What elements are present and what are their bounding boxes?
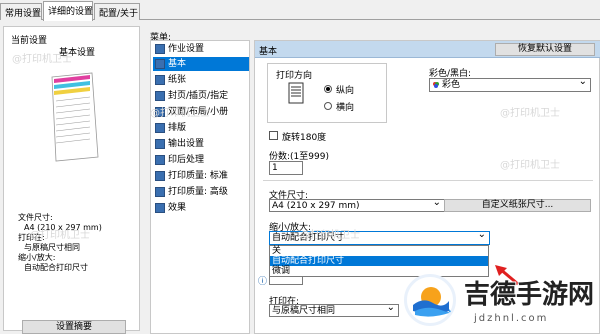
menu-item-cover[interactable]: 封页/插页/指定 [153, 89, 249, 103]
orientation-group: 打印方向 纵向 横向 [267, 63, 387, 123]
logo-emblem [404, 274, 456, 326]
layout-icon [155, 123, 165, 133]
rotate-180-label: 旋转180度 [282, 133, 327, 143]
info-icon: ⓘ [258, 277, 268, 287]
scale-option-auto-fit[interactable]: 自动配合打印尺寸 [270, 256, 488, 266]
effects-icon [155, 203, 165, 213]
menu-list: 作业设置 基本 纸张 封页/插页/指定 双面/布局/小册 排版 输出设置 印后处… [150, 40, 250, 334]
settings-summary-button[interactable]: 设置摘要 [22, 320, 126, 334]
menu-item-layout[interactable]: 排版 [153, 121, 249, 135]
paper-size-select[interactable]: A4 (210 x 297 mm) [269, 199, 445, 212]
document-preview-icon [51, 72, 99, 162]
current-settings-title: 当前设置 [11, 36, 48, 46]
site-logo: 吉德手游网 jdzhnl.com [404, 272, 600, 334]
logo-url: jdzhnl.com [474, 313, 549, 324]
logo-name: 吉德手游网 [464, 280, 595, 310]
landscape-label: 横向 [336, 103, 355, 113]
print-on-info-value: 与原稿尺寸相同 [24, 243, 80, 252]
paper-size-info-label: 文件尺寸: [18, 213, 53, 222]
panel-header-title: 基本 [259, 47, 278, 57]
menu-item-finishing[interactable]: 印后处理 [153, 153, 249, 167]
finishing-icon [155, 155, 165, 165]
paper-size-info-value: A4 (210 x 297 mm) [24, 223, 102, 232]
color-mode-select[interactable]: 彩色 [429, 78, 591, 92]
paper-icon [155, 75, 165, 85]
duplex-icon [155, 107, 165, 117]
portrait-radio[interactable] [324, 85, 332, 93]
tab-config-about[interactable]: 配置/关于 [94, 3, 140, 20]
print-on-select[interactable]: 与原稿尺寸相同 [269, 304, 399, 317]
current-settings-panel: 当前设置 基本设置 文件尺寸: A4 (210 x 297 mm) 打印在: 与… [3, 26, 140, 334]
scale-select[interactable]: 自动配合打印尺寸 [269, 231, 490, 245]
menu-item-quality-standard[interactable]: 打印质量: 标准 [153, 169, 249, 183]
copies-input[interactable]: 1 [269, 161, 303, 175]
tab-detailed-settings[interactable]: 详细的设置 [43, 1, 93, 21]
menu-item-paper[interactable]: 纸张 [153, 73, 249, 87]
logo-sun-wave-icon [413, 287, 451, 317]
quality-advanced-icon [155, 187, 165, 197]
scale-option-off[interactable]: 关 [270, 246, 488, 256]
menu-item-duplex[interactable]: 双面/布局/小册 [153, 105, 249, 119]
output-icon [155, 139, 165, 149]
restore-defaults-button[interactable]: 恢复默认设置 [495, 43, 595, 56]
divider [263, 180, 593, 181]
cover-icon [155, 91, 165, 101]
scale-info-value: 自动配合打印尺寸 [24, 263, 88, 272]
orientation-label: 打印方向 [276, 71, 313, 81]
current-settings-info: 文件尺寸: A4 (210 x 297 mm) 打印在: 与原稿尺寸相同 缩小/… [18, 213, 102, 273]
tab-common-settings[interactable]: 常用设置 [0, 3, 42, 20]
custom-paper-size-button[interactable]: 自定义纸张尺寸... [444, 199, 591, 212]
menu-item-output[interactable]: 输出设置 [153, 137, 249, 151]
menu-item-job-settings[interactable]: 作业设置 [153, 42, 249, 56]
tab-bar: 常用设置 详细的设置 配置/关于 [0, 0, 600, 21]
portrait-page-icon [288, 82, 304, 104]
scale-info-label: 缩小/放大: [18, 253, 56, 262]
current-settings-subtitle: 基本设置 [59, 48, 96, 58]
menu-item-quality-advanced[interactable]: 打印质量: 高级 [153, 185, 249, 199]
panel-header: 基本 恢复默认设置 [255, 41, 600, 58]
job-settings-icon [155, 44, 165, 54]
portrait-label: 纵向 [336, 86, 355, 96]
menu-item-effects[interactable]: 效果 [153, 201, 249, 215]
landscape-radio[interactable] [324, 102, 332, 110]
rotate-180-checkbox[interactable] [269, 131, 278, 140]
basic-icon [155, 59, 165, 69]
print-on-info-label: 打印在: [18, 233, 45, 242]
quality-standard-icon [155, 171, 165, 181]
menu-item-basic[interactable]: 基本 [153, 57, 249, 71]
color-icon [433, 82, 439, 88]
